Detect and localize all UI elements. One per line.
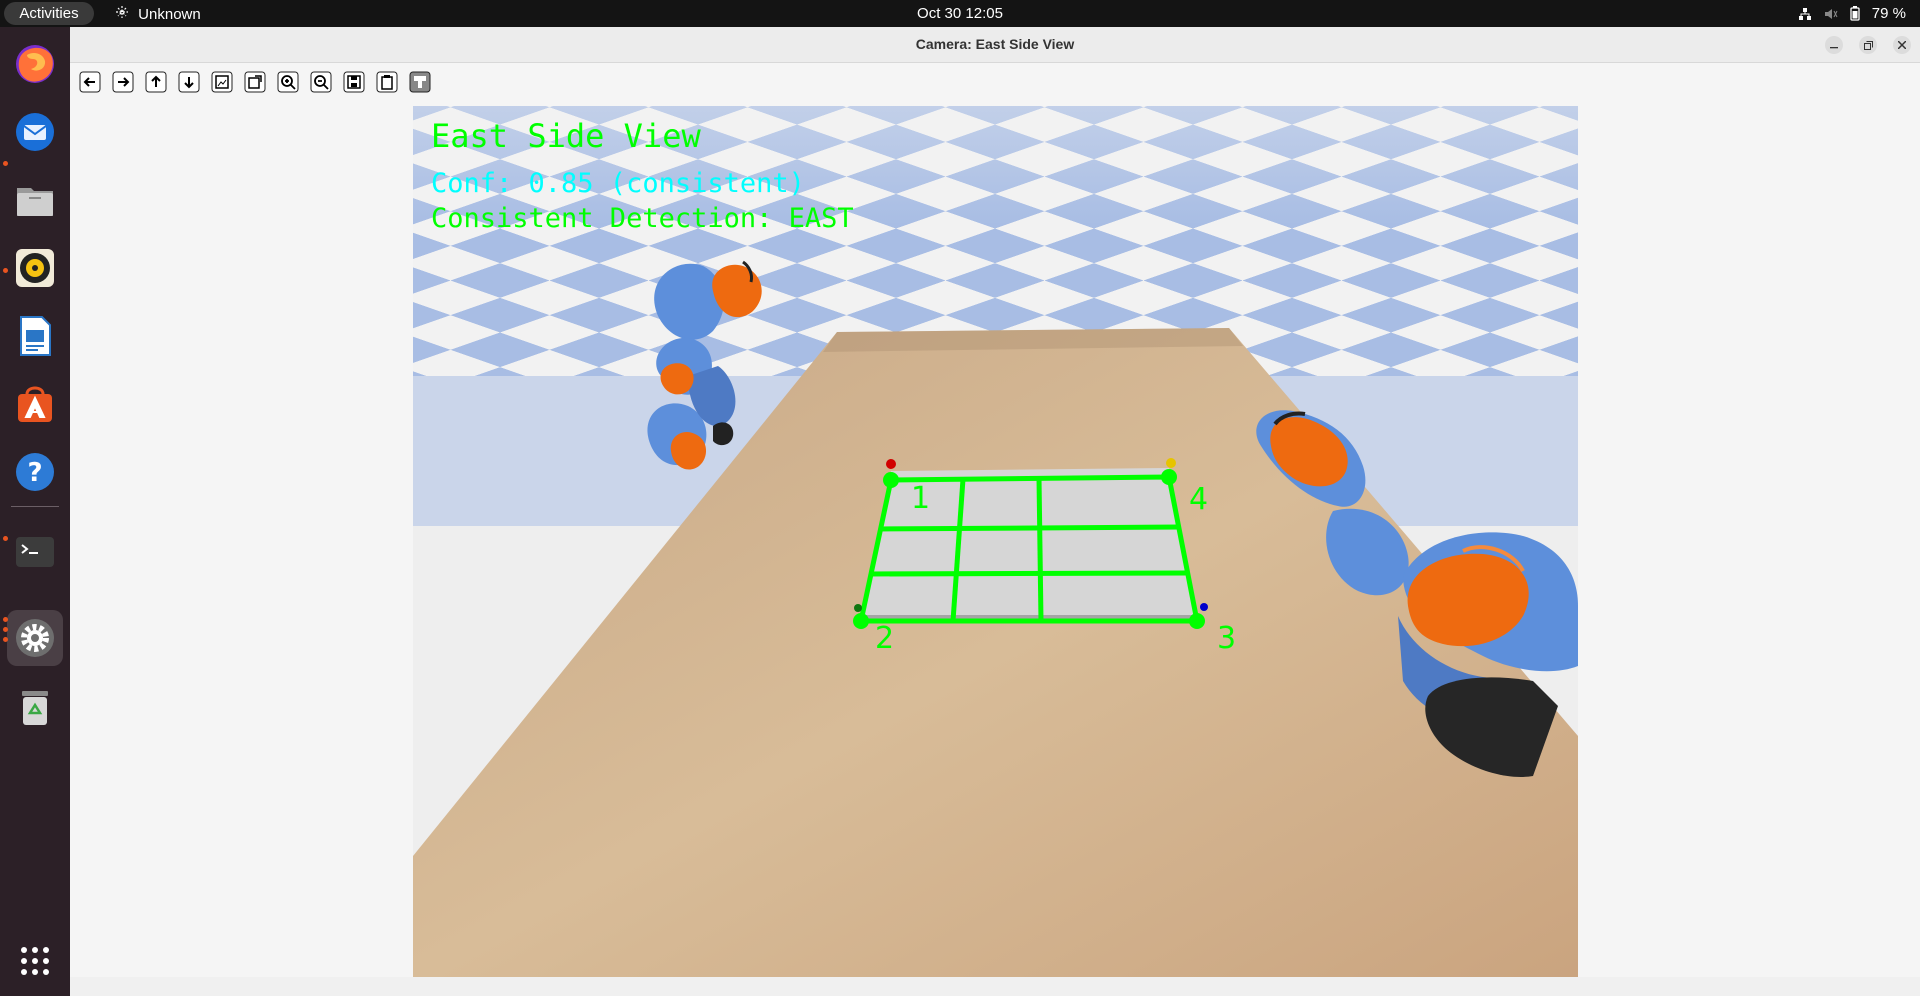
thunderbird-icon xyxy=(16,113,54,151)
arrow-left-icon xyxy=(79,71,101,93)
dock-trash[interactable] xyxy=(7,679,63,735)
network-icon xyxy=(114,5,134,23)
zoom-in-button[interactable] xyxy=(276,70,300,94)
dock-settings[interactable] xyxy=(7,610,63,666)
minimize-button[interactable] xyxy=(1825,36,1843,54)
show-applications-button[interactable] xyxy=(7,933,63,989)
close-icon xyxy=(1898,41,1906,49)
clock[interactable]: Oct 30 12:05 xyxy=(917,5,1003,22)
help-icon: ? xyxy=(16,453,54,491)
dock-separator xyxy=(11,506,59,507)
view-title-label: East Side View xyxy=(431,117,701,155)
corner-label-1: 1 xyxy=(911,481,930,516)
volume-muted-icon xyxy=(1824,7,1838,21)
restore-icon xyxy=(1863,40,1873,50)
dock-firefox[interactable] xyxy=(7,35,63,91)
settings-icon xyxy=(16,619,54,657)
corner-label-4: 4 xyxy=(1189,482,1208,517)
dock-terminal[interactable] xyxy=(7,524,63,580)
copy-clipboard-button[interactable] xyxy=(375,70,399,94)
rhythmbox-icon xyxy=(16,249,54,287)
forward-button[interactable] xyxy=(111,70,135,94)
corner-label-3: 3 xyxy=(1217,621,1236,656)
terminal-icon xyxy=(16,537,54,567)
dock: ? xyxy=(0,27,70,996)
arrow-up-icon xyxy=(145,71,167,93)
properties-button[interactable] xyxy=(408,70,432,94)
zoom-fit-button[interactable] xyxy=(210,70,234,94)
close-button[interactable] xyxy=(1893,36,1911,54)
window-titlebar[interactable]: Camera: East Side View xyxy=(70,27,1920,63)
save-button[interactable] xyxy=(342,70,366,94)
software-icon xyxy=(18,386,52,422)
writer-icon xyxy=(20,316,51,356)
clipboard-icon xyxy=(376,71,398,93)
running-indicator xyxy=(3,161,8,166)
camera-image[interactable]: East Side View Conf: 0.85 (consistent) C… xyxy=(413,106,1578,977)
camera-window: Camera: East Side View East Side View Co… xyxy=(70,27,1920,996)
properties-icon xyxy=(409,71,431,93)
zoom-out-icon xyxy=(310,71,332,93)
running-indicator xyxy=(3,627,8,632)
network-label: Unknown xyxy=(138,5,201,23)
camera-scene: East Side View Conf: 0.85 (consistent) C… xyxy=(413,106,1578,977)
arrow-down-icon xyxy=(178,71,200,93)
zoom-out-button[interactable] xyxy=(309,70,333,94)
zoom-in-icon xyxy=(277,71,299,93)
dock-files[interactable] xyxy=(7,172,63,228)
zoom-original-button[interactable] xyxy=(243,70,267,94)
svg-text:?: ? xyxy=(27,458,42,488)
back-button[interactable] xyxy=(78,70,102,94)
battery-percentage: 79 % xyxy=(1871,5,1906,22)
running-indicator xyxy=(3,617,8,622)
dock-thunderbird[interactable] xyxy=(7,104,63,160)
system-tray[interactable]: 79 % xyxy=(1798,0,1906,27)
arrow-right-icon xyxy=(112,71,134,93)
network-indicator[interactable]: Unknown xyxy=(114,0,201,27)
maximize-button[interactable] xyxy=(1859,36,1877,54)
apps-grid-icon xyxy=(21,947,49,975)
corner-label-2: 2 xyxy=(875,621,894,656)
save-icon xyxy=(343,71,365,93)
top-bar: Activities Unknown Oct 30 12:05 79 % xyxy=(0,0,1920,27)
activities-button[interactable]: Activities xyxy=(4,2,94,25)
fit-window-icon xyxy=(211,71,233,93)
fit-image-icon xyxy=(244,71,266,93)
status-bar xyxy=(70,977,1920,996)
window-title: Camera: East Side View xyxy=(915,36,1075,52)
files-icon xyxy=(17,188,53,216)
minimize-icon xyxy=(1830,47,1838,49)
dock-ubuntu-software[interactable] xyxy=(7,376,63,432)
running-indicator xyxy=(3,637,8,642)
dock-help[interactable]: ? xyxy=(7,444,63,500)
dock-writer[interactable] xyxy=(7,308,63,364)
firefox-icon xyxy=(16,45,54,83)
image-toolbar xyxy=(70,63,1920,101)
wired-network-icon xyxy=(1798,7,1812,21)
tic-tac-toe-board xyxy=(853,458,1208,629)
confidence-label: Conf: 0.85 (consistent) xyxy=(431,168,805,199)
pan-down-button[interactable] xyxy=(177,70,201,94)
pan-up-button[interactable] xyxy=(144,70,168,94)
dock-rhythmbox[interactable] xyxy=(7,240,63,296)
trash-icon xyxy=(22,691,48,725)
battery-icon xyxy=(1850,6,1860,21)
detection-label: Consistent Detection: EAST xyxy=(431,203,854,234)
